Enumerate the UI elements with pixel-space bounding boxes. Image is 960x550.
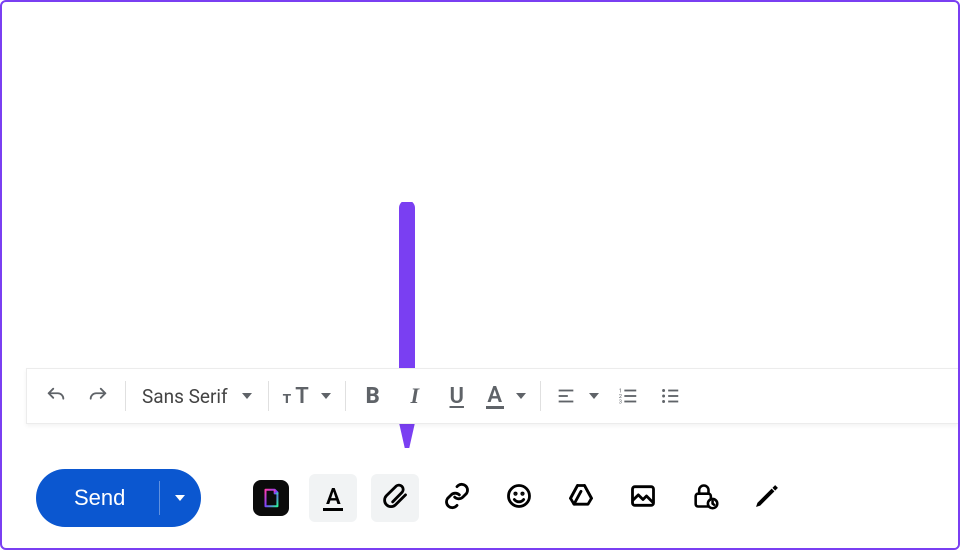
bold-button[interactable]: B xyxy=(354,377,392,415)
addon-button[interactable] xyxy=(247,474,295,522)
insert-drive-button[interactable] xyxy=(557,474,605,522)
redo-button[interactable] xyxy=(79,377,117,415)
image-icon xyxy=(629,482,657,514)
undo-button[interactable] xyxy=(37,377,75,415)
insert-photo-button[interactable] xyxy=(619,474,667,522)
attach-files-button[interactable] xyxy=(371,474,419,522)
addon-icon xyxy=(253,480,289,516)
numbered-list-button[interactable]: 123 xyxy=(609,377,647,415)
paperclip-icon xyxy=(381,482,409,514)
confidential-mode-button[interactable] xyxy=(681,474,729,522)
send-label: Send xyxy=(74,485,125,511)
toolbar-divider xyxy=(268,381,269,411)
formatting-toolbar: Sans Serif т T B I U A xyxy=(26,368,958,424)
italic-button[interactable]: I xyxy=(396,377,434,415)
chevron-down-icon xyxy=(321,393,331,399)
send-options-button[interactable] xyxy=(159,469,201,527)
chevron-down-icon xyxy=(242,393,252,399)
font-family-label: Sans Serif xyxy=(142,385,228,408)
action-bar: Send A xyxy=(26,448,958,548)
font-family-picker[interactable]: Sans Serif xyxy=(134,377,260,415)
pen-icon xyxy=(753,482,781,514)
bulleted-list-button[interactable] xyxy=(651,377,689,415)
send-button[interactable]: Send xyxy=(36,469,159,527)
insert-emoji-button[interactable] xyxy=(495,474,543,522)
insert-link-button[interactable] xyxy=(433,474,481,522)
compose-window: Sans Serif т T B I U A xyxy=(0,0,960,550)
toolbar-divider xyxy=(125,381,126,411)
insert-signature-button[interactable] xyxy=(743,474,791,522)
toolbar-divider xyxy=(540,381,541,411)
underline-button[interactable]: U xyxy=(438,377,476,415)
font-size-label: T xyxy=(295,384,309,409)
formatting-toggle-button[interactable]: A xyxy=(309,474,357,522)
chevron-down-icon xyxy=(589,393,599,399)
toolbar-divider xyxy=(345,381,346,411)
svg-text:3: 3 xyxy=(619,399,622,405)
send-button-group: Send xyxy=(36,469,201,527)
emoji-icon xyxy=(505,482,533,514)
chevron-down-icon xyxy=(516,393,526,399)
link-icon xyxy=(443,482,471,514)
drive-icon xyxy=(567,482,595,514)
lock-clock-icon xyxy=(691,482,719,514)
text-color-button[interactable]: A xyxy=(480,377,532,415)
chevron-down-icon xyxy=(175,495,185,501)
font-size-picker[interactable]: т T xyxy=(277,377,337,415)
align-button[interactable] xyxy=(549,377,605,415)
